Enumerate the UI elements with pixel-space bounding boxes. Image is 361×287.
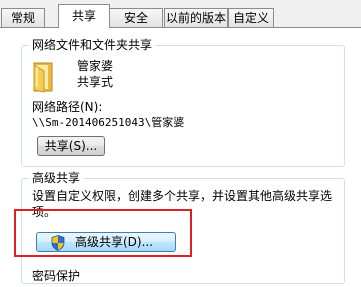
network-sharing-group: 网络文件和文件夹共享 管家婆 共享式 网络路径(N): \\Sm-2014062… (21, 38, 345, 167)
folder-share-status: 共享式 (77, 75, 114, 89)
network-path-value: \\Sm-201406251043\管家婆 (32, 116, 185, 129)
folder-icon (31, 61, 55, 93)
highlight-box (14, 209, 192, 257)
password-protection-title: 密码保护 (32, 269, 81, 283)
tab-previous-versions[interactable]: 以前的版本 (164, 8, 228, 27)
advanced-sharing-title: 高级共享 (29, 171, 84, 185)
folder-name: 管家婆 (77, 59, 114, 73)
advanced-sharing-description-1: 设置自定义权限，创建多个共享，并设置其他高级共享选 (32, 189, 333, 203)
network-sharing-title: 网络文件和文件夹共享 (29, 38, 156, 52)
tab-customize[interactable]: 自定义 (228, 8, 274, 27)
tab-general[interactable]: 常规 (1, 8, 45, 27)
share-button[interactable]: 共享(S)... (37, 136, 105, 156)
tab-panel: 网络文件和文件夹共享 管家婆 共享式 网络路径(N): \\Sm-2014062… (0, 27, 361, 287)
tab-sharing[interactable]: 共享 (58, 4, 110, 28)
network-path-label: 网络路径(N): (32, 100, 103, 114)
tab-security[interactable]: 安全 (109, 8, 163, 27)
tab-bar: 常规 共享 安全 以前的版本 自定义 (0, 0, 361, 28)
